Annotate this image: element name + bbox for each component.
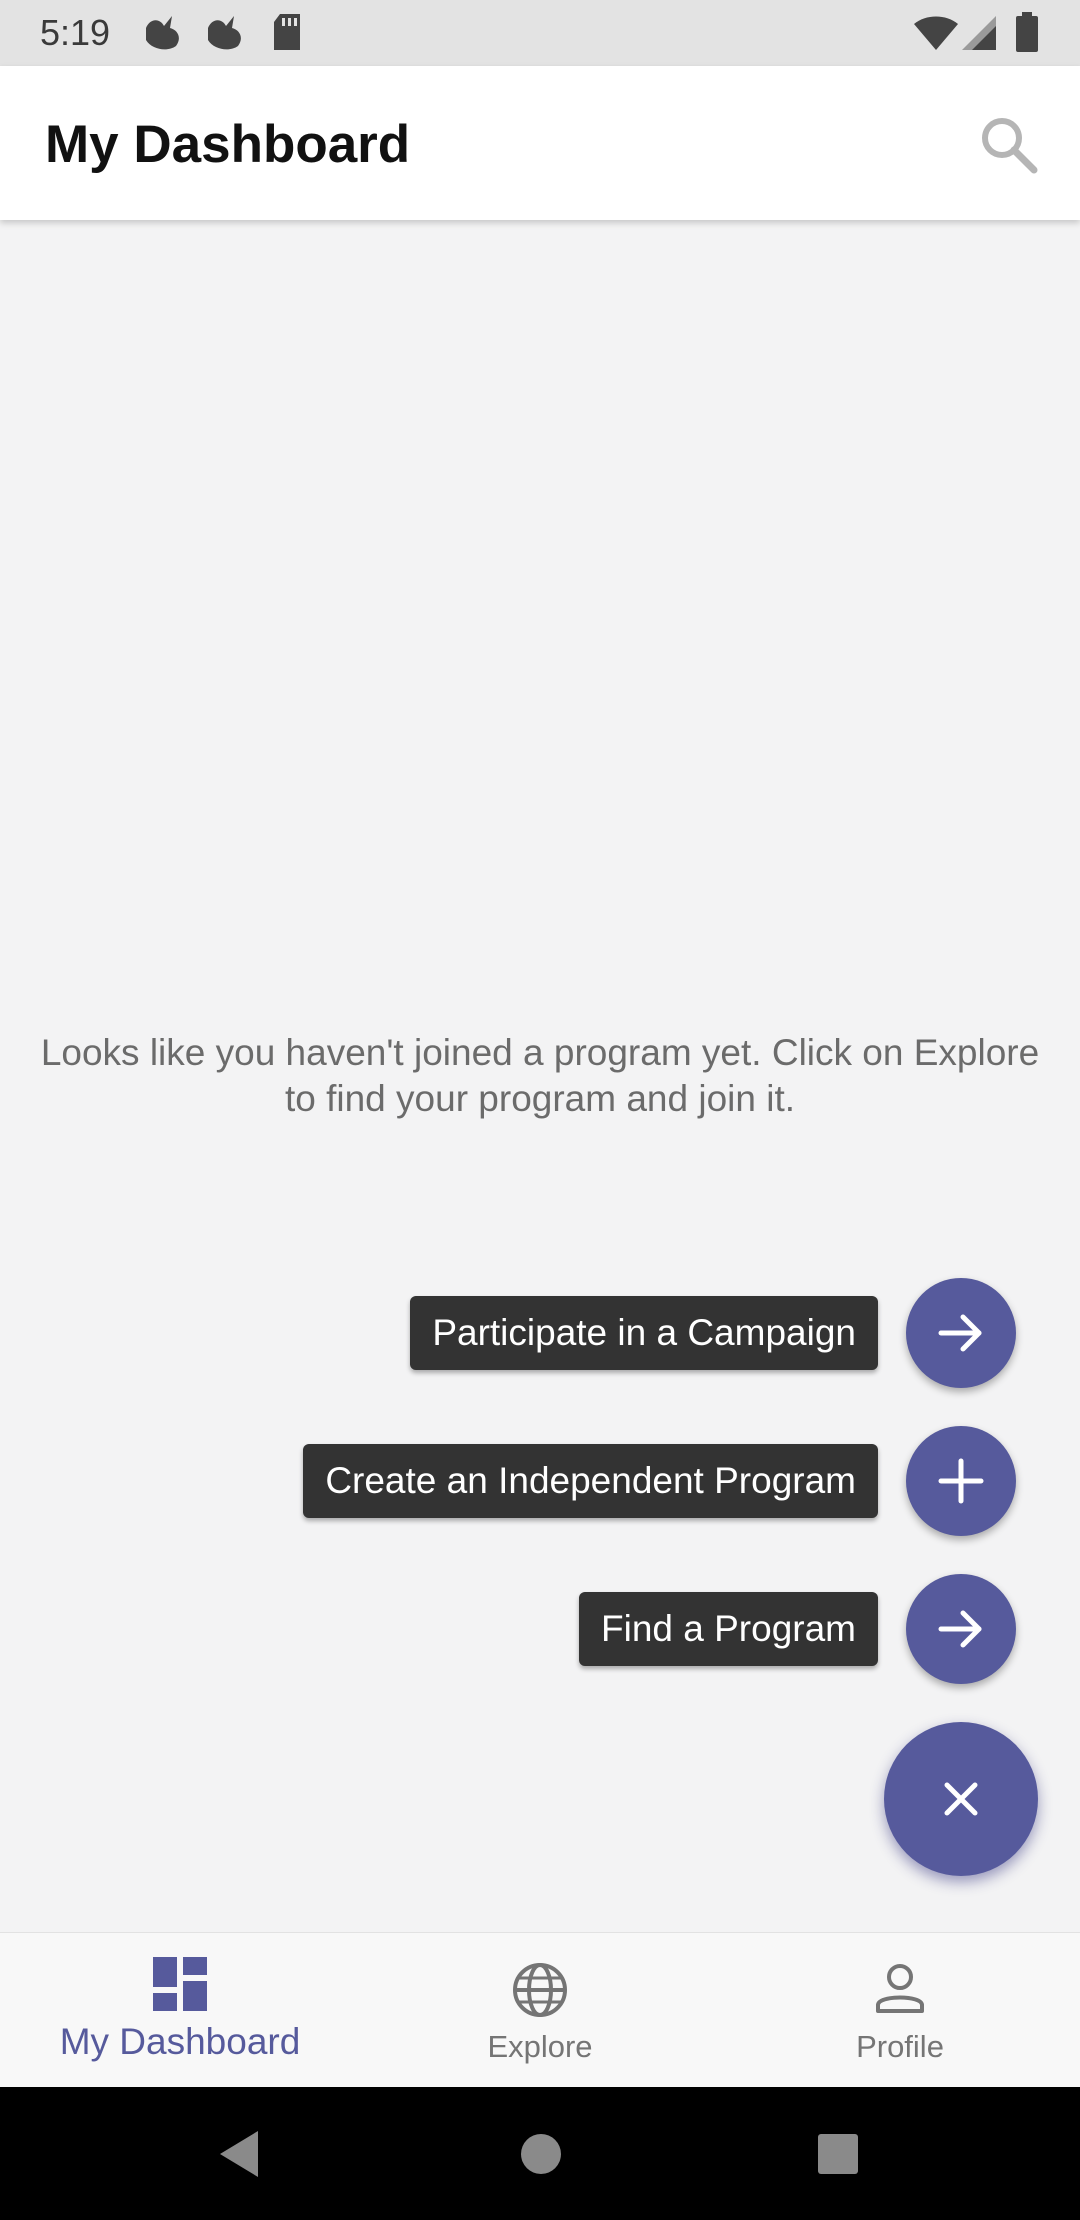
system-navigation-bar [0, 2087, 1080, 2220]
globe-icon [513, 1963, 567, 2017]
nav-item-explore[interactable]: Explore [360, 1933, 720, 2088]
find-program-button[interactable] [906, 1574, 1016, 1684]
fab-action-label[interactable]: Participate in a Campaign [410, 1296, 878, 1370]
close-icon [944, 1782, 978, 1816]
back-icon[interactable] [218, 2129, 260, 2179]
empty-message-line-2: to find your program and join it. [284, 1078, 796, 1119]
nav-label: Profile [856, 2029, 944, 2064]
status-bar: 5:19 [0, 0, 1080, 66]
fab-action-create[interactable]: Create an Independent Program [303, 1425, 1016, 1537]
participate-campaign-button[interactable] [906, 1278, 1016, 1388]
fab-action-find[interactable]: Find a Program [579, 1573, 1016, 1685]
app-bar: My Dashboard [0, 66, 1080, 220]
nav-label: My Dashboard [59, 2021, 301, 2062]
status-time: 5:19 [40, 12, 111, 53]
empty-state-message: Looks like you haven't joined a program … [0, 1030, 1080, 1122]
home-icon[interactable] [520, 2133, 562, 2175]
arrow-right-icon [938, 1314, 982, 1352]
search-button[interactable] [976, 112, 1040, 176]
bottom-navigation: My Dashboard Explore Profile [0, 1932, 1080, 2087]
nav-item-profile[interactable]: Profile [720, 1933, 1080, 2088]
wifi-icon [914, 16, 958, 55]
nav-item-my-dashboard[interactable]: My Dashboard [0, 1933, 360, 2088]
recents-icon[interactable] [817, 2133, 859, 2175]
create-program-button[interactable] [906, 1426, 1016, 1536]
plus-icon [938, 1458, 984, 1504]
battery-icon [1016, 12, 1038, 57]
empty-message-line-1: Looks like you haven't joined a program … [40, 1032, 1040, 1073]
search-icon [982, 118, 1038, 174]
nav-label: Explore [487, 2029, 593, 2064]
fab-action-participate[interactable]: Participate in a Campaign [410, 1277, 1016, 1389]
arrow-right-icon [938, 1610, 982, 1648]
bird-notification-icon [142, 14, 184, 55]
dashboard-icon [153, 1957, 207, 2011]
page-title: My Dashboard [45, 115, 411, 174]
close-fab-button[interactable] [884, 1722, 1038, 1876]
fab-action-label[interactable]: Find a Program [579, 1592, 878, 1666]
signal-icon [962, 16, 996, 55]
person-icon [876, 1964, 924, 2013]
fab-action-label[interactable]: Create an Independent Program [303, 1444, 878, 1518]
bird-notification-icon [204, 14, 246, 55]
sd-card-icon [272, 14, 302, 55]
